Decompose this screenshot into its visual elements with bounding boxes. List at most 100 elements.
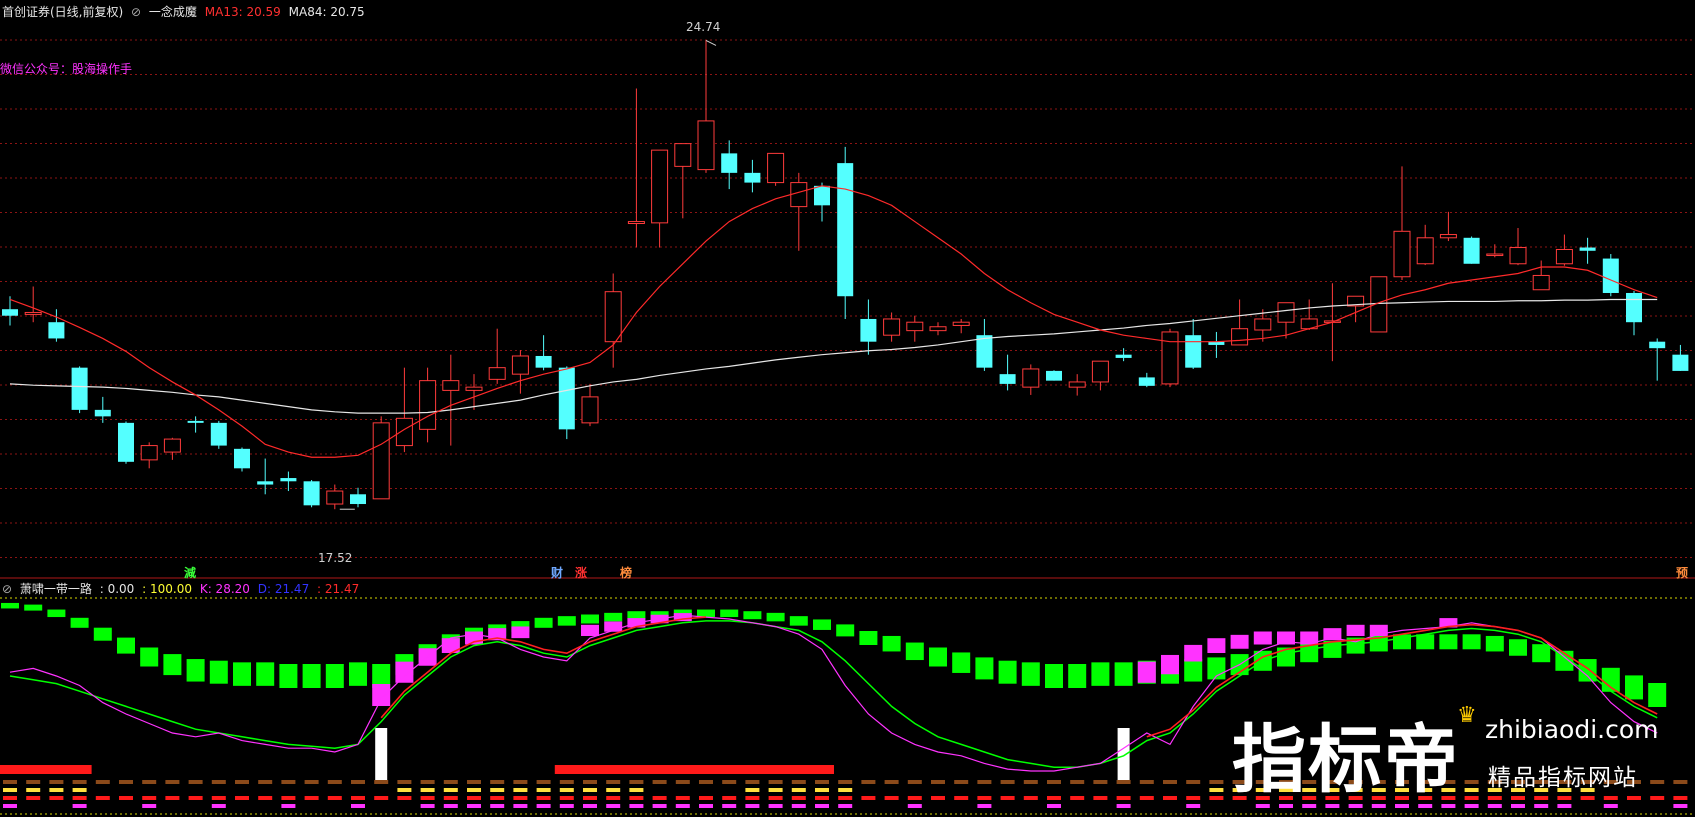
high-label: 24.74 — [686, 20, 721, 34]
signal-bar — [93, 627, 112, 641]
signal-bar — [1207, 638, 1226, 653]
signal-bar — [1603, 804, 1618, 808]
candle-body — [488, 367, 506, 380]
signal-bar — [1184, 659, 1203, 682]
candle-body — [767, 152, 785, 184]
signal-bar — [1462, 634, 1481, 650]
signal-bar — [72, 804, 87, 808]
sub-indicator-name[interactable]: 萧啸一带一路 — [20, 582, 92, 596]
signal-bar — [1209, 796, 1224, 800]
signal-bar — [699, 804, 713, 808]
signal-bar — [583, 804, 597, 808]
signal-bar — [1184, 644, 1203, 662]
marker-label: 财 — [551, 566, 564, 580]
candle-body — [1486, 253, 1504, 257]
signal-bar — [513, 780, 528, 784]
signal-bar — [1511, 796, 1525, 800]
chart-canvas[interactable] — [0, 0, 1695, 817]
signal-bar — [722, 780, 737, 784]
signal-bar — [211, 804, 226, 808]
signal-bar — [142, 796, 157, 800]
ma84-label: MA84: 20.75 — [288, 5, 365, 19]
signal-bar — [675, 796, 690, 800]
candle-body — [744, 172, 761, 183]
signal-bar — [606, 780, 621, 784]
signal-bar — [629, 788, 644, 792]
signal-bar — [1163, 780, 1177, 784]
signal-bar — [513, 804, 528, 808]
signal-bar — [581, 624, 599, 636]
signal-bar — [95, 780, 110, 784]
signal-bar — [768, 780, 783, 784]
signal-bar — [70, 617, 89, 628]
signal-bar — [652, 804, 667, 808]
signal-bar — [1139, 796, 1154, 800]
signal-bar — [49, 796, 64, 800]
candle-body — [303, 481, 320, 506]
signal-bar — [720, 609, 739, 618]
candle-body — [2, 309, 18, 316]
candle-body — [1231, 328, 1249, 346]
signal-bar — [931, 780, 945, 784]
signal-bar — [327, 780, 342, 784]
signal-bar — [768, 804, 783, 808]
signal-bar — [652, 780, 667, 784]
signal-bar — [743, 611, 762, 620]
signal-bar — [1116, 796, 1131, 800]
low-label: 17.52 — [318, 551, 353, 565]
signal-bar — [929, 647, 947, 667]
signal-bar — [420, 788, 435, 792]
signal-bar — [977, 780, 992, 784]
signal-bar — [47, 609, 66, 618]
signal-bar — [838, 796, 853, 800]
signal-bar — [1464, 796, 1479, 800]
signal-bar — [511, 626, 530, 639]
signal-bar — [1580, 796, 1595, 800]
signal-bar — [1277, 647, 1295, 667]
signal-bar — [165, 780, 180, 784]
signal-bar — [952, 652, 971, 673]
signal-bar — [675, 804, 690, 808]
candle-body — [24, 311, 42, 315]
signal-bar — [861, 796, 876, 800]
candle-body — [419, 380, 437, 430]
signal-bar — [859, 631, 878, 645]
sub-toggle-icon[interactable]: ⊘ — [2, 582, 12, 596]
signal-bar — [281, 804, 296, 808]
signal-bar — [49, 780, 64, 784]
signal-bar — [140, 647, 159, 667]
signal-bar — [907, 796, 922, 800]
signal-bar — [1161, 654, 1179, 675]
sub-legend: ⊘ 萧啸一带一路 : 0.00 : 100.00 K: 28.20 D: 21.… — [2, 580, 363, 597]
signal-bar — [722, 804, 737, 808]
indicator-name[interactable]: 一念成魔 — [149, 5, 197, 19]
marker-label: 榜 — [620, 566, 633, 580]
signal-bar — [1673, 796, 1688, 800]
signal-bar — [1045, 664, 1063, 688]
signal-bar — [1230, 634, 1249, 649]
candle-body — [883, 318, 901, 336]
signal-bar — [861, 780, 876, 784]
signal-bar — [3, 780, 17, 784]
candle-body — [790, 182, 808, 208]
signal-bar — [559, 804, 574, 808]
candle-body — [1509, 247, 1527, 265]
signal-bar — [745, 804, 760, 808]
signal-bar — [1023, 780, 1038, 784]
indicator-toggle-icon[interactable]: ⊘ — [131, 5, 141, 19]
signal-bar — [745, 788, 760, 792]
signal-bar — [188, 796, 203, 800]
signal-bar — [513, 796, 528, 800]
signal-bar — [325, 664, 344, 688]
signal-bar — [513, 788, 528, 792]
signal-bar — [745, 796, 760, 800]
candle-body — [1579, 247, 1596, 251]
signal-bar — [1253, 631, 1272, 645]
signal-bar — [211, 796, 226, 800]
signal-bar — [838, 804, 853, 808]
candle-body — [71, 367, 88, 410]
signal-bar — [1091, 662, 1110, 686]
signal-bar — [443, 788, 458, 792]
signal-bar — [768, 788, 783, 792]
candle-body — [1532, 274, 1550, 291]
